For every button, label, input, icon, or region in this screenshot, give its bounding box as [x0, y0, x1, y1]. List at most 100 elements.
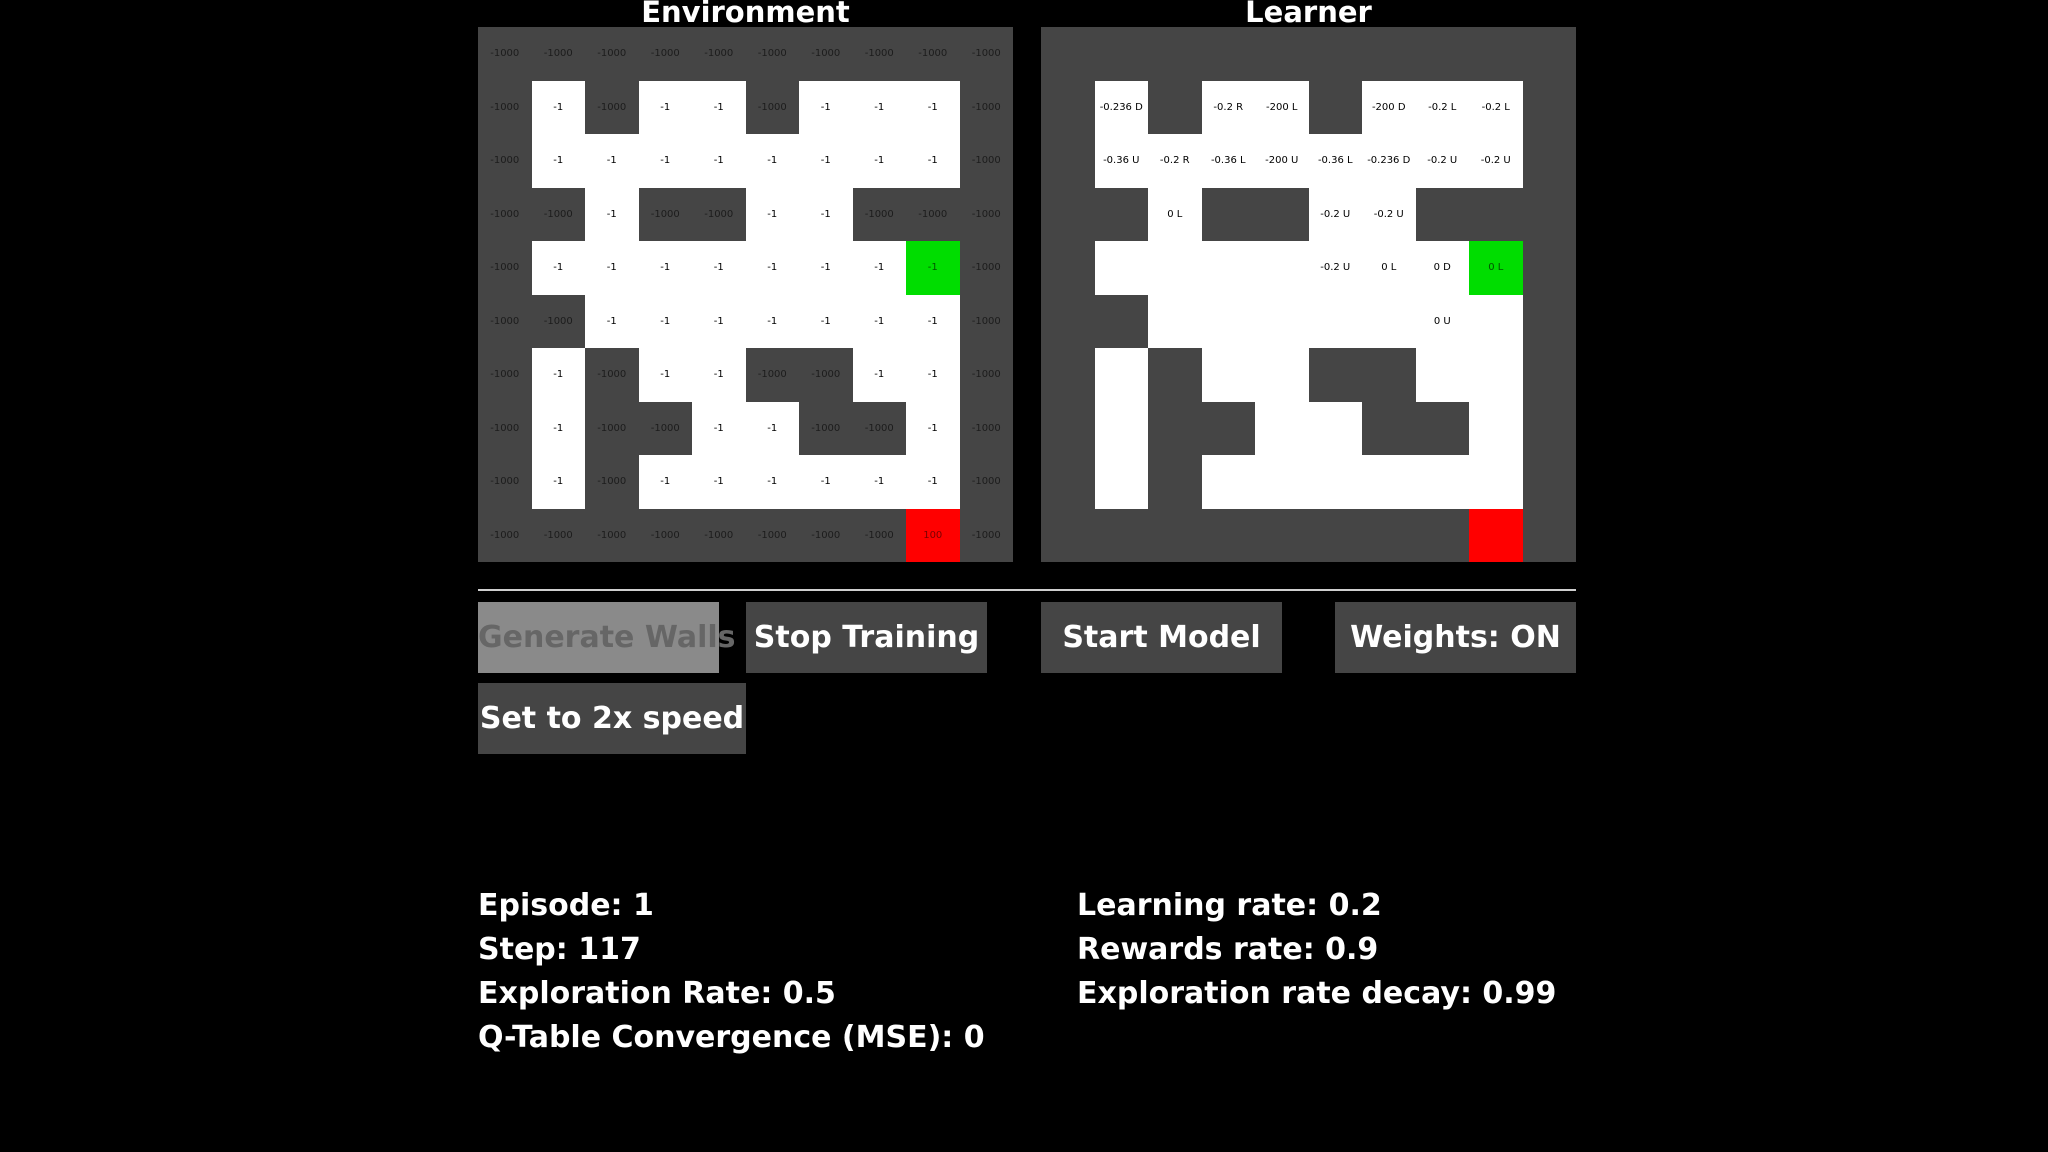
env-cell: -1000 — [959, 401, 1013, 455]
learner-cell: -0.2 R — [1148, 134, 1202, 188]
learner-cell: -0.2 L — [1415, 80, 1469, 134]
env-cell: -1000 — [799, 27, 853, 81]
start-model-button[interactable]: Start Model — [1041, 602, 1282, 673]
learner-cell: 0 L — [1469, 241, 1523, 295]
learner-cell — [1041, 27, 1095, 81]
env-cell: -1 — [745, 134, 799, 188]
learner-cell — [1148, 294, 1202, 348]
learner-cell — [1041, 187, 1095, 241]
env-cell: -1 — [799, 455, 853, 509]
learner-cell: 0 U — [1415, 294, 1469, 348]
env-cell: -1000 — [478, 455, 532, 509]
env-cell: -1000 — [959, 508, 1013, 562]
step-stat: Step: 117 — [478, 932, 641, 967]
env-cell: -1000 — [852, 187, 906, 241]
learner-cell — [1201, 294, 1255, 348]
learner-cell — [1201, 241, 1255, 295]
env-cell: -1000 — [745, 80, 799, 134]
learner-cell — [1094, 455, 1148, 509]
learner-cell: -0.36 L — [1308, 134, 1362, 188]
learner-cell — [1201, 401, 1255, 455]
env-cell: -1000 — [959, 80, 1013, 134]
env-cell: -1000 — [478, 80, 532, 134]
app-window: Environment Learner -1000 -1000 -1000 -1000… — [0, 0, 2048, 1152]
env-cell: -1 — [638, 241, 692, 295]
learner-cell — [1308, 27, 1362, 81]
stop-training-button[interactable]: Stop Training — [746, 602, 987, 673]
learner-cell: -200 D — [1362, 80, 1416, 134]
env-cell: -1000 — [531, 294, 585, 348]
env-cell: -1000 — [799, 348, 853, 402]
env-cell: -1000 — [959, 241, 1013, 295]
env-cell: -1 — [745, 455, 799, 509]
learner-cell — [1255, 401, 1309, 455]
env-cell: -1000 — [585, 80, 639, 134]
env-cell: -1 — [799, 241, 853, 295]
learner-cell — [1201, 348, 1255, 402]
divider — [478, 589, 1576, 591]
learner-cell — [1522, 508, 1576, 562]
env-cell: -1000 — [906, 187, 960, 241]
env-cell: -1 — [585, 241, 639, 295]
learner-cell — [1094, 508, 1148, 562]
learner-cell — [1415, 187, 1469, 241]
learner-cell — [1308, 401, 1362, 455]
learner-cell — [1362, 348, 1416, 402]
learner-cell: 0 D — [1415, 241, 1469, 295]
env-cell: -1 — [531, 80, 585, 134]
learner-cell — [1148, 348, 1202, 402]
env-cell: -1 — [692, 134, 746, 188]
learner-cell — [1041, 294, 1095, 348]
env-cell: -1 — [745, 187, 799, 241]
env-cell: -1000 — [906, 27, 960, 81]
learner-cell — [1148, 401, 1202, 455]
learner-cell — [1201, 187, 1255, 241]
learner-cell: -0.2 U — [1415, 134, 1469, 188]
speed-button[interactable]: Set to 2x speed — [478, 683, 746, 754]
learner-cell — [1308, 508, 1362, 562]
env-cell: -1 — [906, 401, 960, 455]
env-cell: -1 — [852, 241, 906, 295]
learner-cell — [1469, 27, 1523, 81]
learner-cell — [1469, 508, 1523, 562]
env-cell: -1 — [852, 348, 906, 402]
env-cell: -1 — [745, 294, 799, 348]
env-cell: -1 — [692, 348, 746, 402]
learner-cell: 0 L — [1362, 241, 1416, 295]
learner-cell — [1415, 348, 1469, 402]
learner-cell: -200 U — [1255, 134, 1309, 188]
learner-cell — [1362, 401, 1416, 455]
learner-cell — [1255, 27, 1309, 81]
learner-cell: -0.2 U — [1469, 134, 1523, 188]
exploration-rate-stat: Exploration Rate: 0.5 — [478, 976, 836, 1011]
env-cell: -1000 — [478, 401, 532, 455]
env-cell: -1000 — [638, 187, 692, 241]
env-cell: -1000 — [478, 134, 532, 188]
env-cell: -1 — [531, 401, 585, 455]
env-cell: -1000 — [531, 508, 585, 562]
env-cell: -1000 — [959, 294, 1013, 348]
generate-walls-button[interactable]: Generate Walls — [478, 602, 736, 673]
episode-stat: Episode: 1 — [478, 888, 654, 923]
env-cell: -1000 — [585, 508, 639, 562]
learner-cell — [1308, 348, 1362, 402]
env-cell: -1 — [531, 455, 585, 509]
learning-rate-stat: Learning rate: 0.2 — [1077, 888, 1382, 923]
learner-cell — [1094, 187, 1148, 241]
env-cell: -1 — [906, 80, 960, 134]
learner-cell — [1094, 27, 1148, 81]
learner-cell — [1522, 401, 1576, 455]
learner-cell — [1094, 294, 1148, 348]
learner-cell — [1148, 80, 1202, 134]
env-cell: -1 — [906, 455, 960, 509]
learner-cell — [1255, 348, 1309, 402]
env-cell: -1 — [852, 80, 906, 134]
learner-cell — [1255, 455, 1309, 509]
env-cell: -1 — [906, 348, 960, 402]
weights-toggle-button[interactable]: Weights: ON — [1335, 602, 1576, 673]
env-cell: -1000 — [745, 348, 799, 402]
env-cell: -1 — [799, 134, 853, 188]
learner-cell — [1469, 455, 1523, 509]
env-cell: -1000 — [692, 187, 746, 241]
learner-title: Learner — [1245, 0, 1372, 29]
